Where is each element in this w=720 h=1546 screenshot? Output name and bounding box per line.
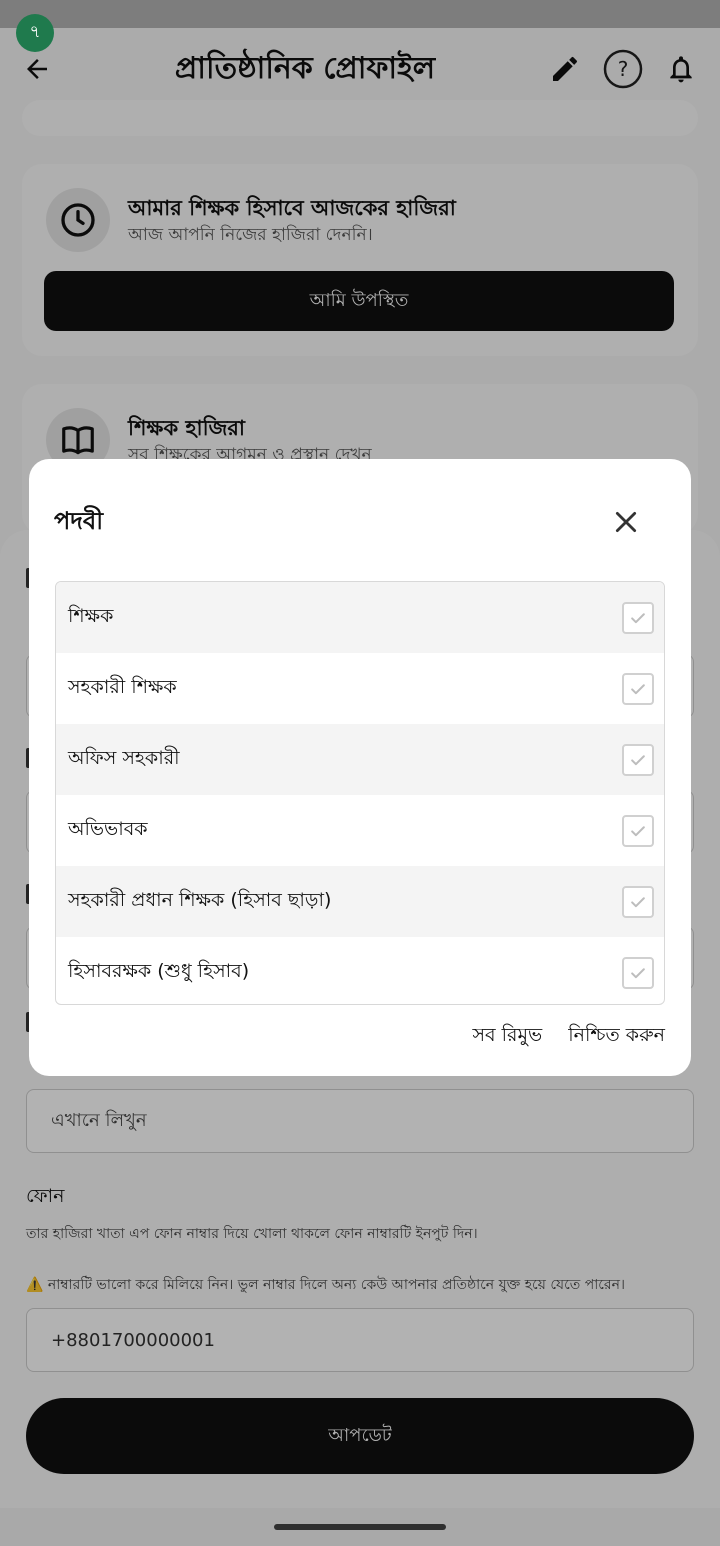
designation-checkbox[interactable] [622, 814, 654, 847]
dialog-title: পদবী [54, 507, 104, 535]
remove-all-button[interactable]: সব রিমুভ [472, 1021, 542, 1053]
designation-list: শিক্ষক সহকারী শিক্ষক অফিস সহকারী অভিভাবক সহক… [55, 581, 665, 1005]
dialog-actions: সব রিমুভ নিশ্চিত করুন [472, 1021, 665, 1053]
designation-option-label: শিক্ষক [68, 604, 114, 627]
confirm-button[interactable]: নিশ্চিত করুন [568, 1021, 665, 1053]
close-icon [615, 511, 637, 533]
designation-option[interactable]: অভিভাবক [56, 795, 664, 866]
designation-option[interactable]: শিক্ষক [56, 582, 664, 653]
check-icon [631, 896, 645, 907]
designation-option-label: সহকারী প্রধান শিক্ষক (হিসাব ছাড়া) [68, 888, 332, 911]
check-icon [631, 825, 645, 836]
designation-checkbox[interactable] [622, 885, 654, 918]
designation-dialog: পদবী শিক্ষক সহকারী শিক্ষক অফিস সহকারী অভিভা… [29, 459, 691, 1076]
designation-option[interactable]: অফিস সহকারী [56, 724, 664, 795]
check-icon [631, 754, 645, 765]
close-button[interactable] [607, 503, 645, 541]
designation-option-label: হিসাবরক্ষক (শুধু হিসাব) [68, 959, 250, 982]
designation-checkbox[interactable] [622, 672, 654, 705]
check-icon [631, 967, 645, 978]
designation-checkbox[interactable] [622, 743, 654, 776]
check-icon [631, 683, 645, 694]
designation-option[interactable]: হিসাবরক্ষক (শুধু হিসাব) [56, 937, 664, 1004]
designation-option-label: অভিভাবক [68, 817, 148, 840]
designation-checkbox[interactable] [622, 956, 654, 989]
notification-count-badge: ৭ [16, 14, 54, 52]
designation-option[interactable]: সহকারী প্রধান শিক্ষক (হিসাব ছাড়া) [56, 866, 664, 937]
designation-checkbox[interactable] [622, 601, 654, 634]
designation-option-label: সহকারী শিক্ষক [68, 675, 177, 698]
designation-option-label: অফিস সহকারী [68, 746, 180, 769]
check-icon [631, 612, 645, 623]
designation-option[interactable]: সহকারী শিক্ষক [56, 653, 664, 724]
